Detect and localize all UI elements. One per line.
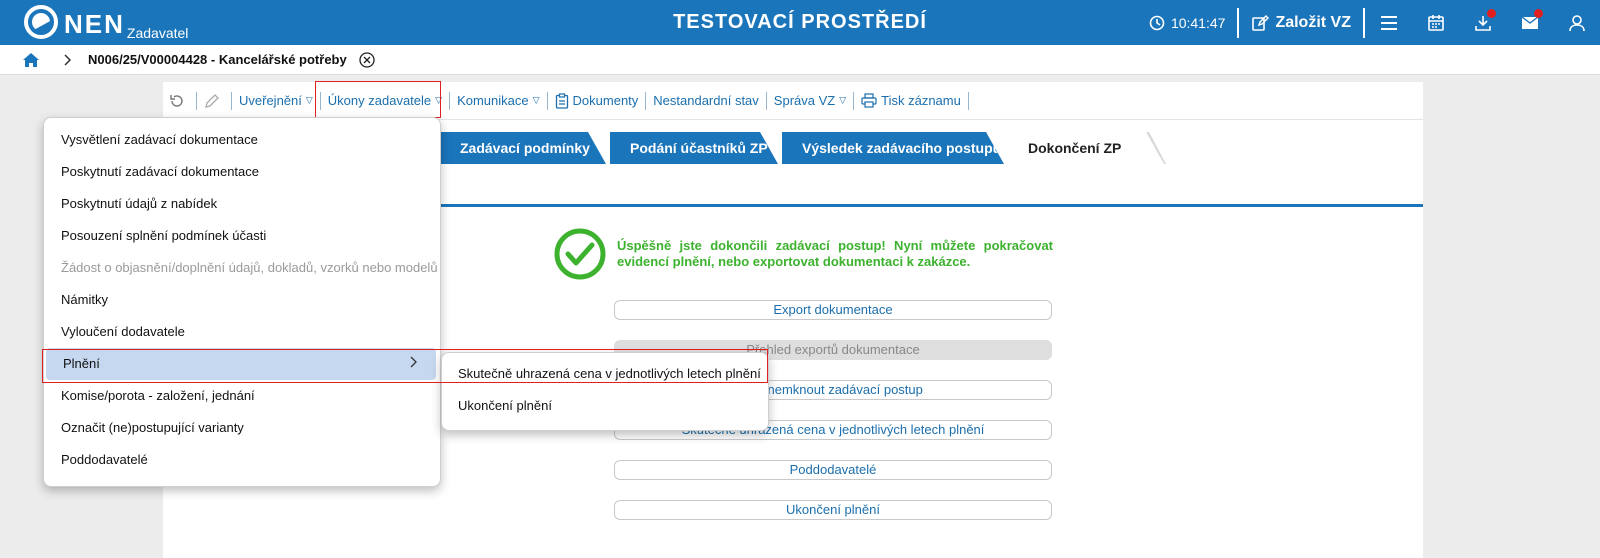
create-vz-label: Založit VZ: [1275, 13, 1351, 31]
chevron-right-icon: [64, 53, 72, 66]
toolbar-label: Dokumenty: [572, 93, 639, 108]
menu-item[interactable]: Poddodavatelé: [44, 444, 440, 476]
submenu-item-paid-price[interactable]: Skutečně uhrazená cena v jednotlivých le…: [458, 366, 761, 381]
home-icon: [23, 52, 39, 67]
toolbar-label: Uveřejnění: [239, 93, 302, 108]
menu-item-performance[interactable]: Plnění: [46, 348, 436, 380]
tab-label: Výsledek zadávacího postupu: [802, 140, 1002, 156]
dropdown-triangle-icon: ▽: [435, 95, 443, 105]
tab-procedure-result[interactable]: Výsledek zadávacího postupu: [782, 132, 1004, 164]
edit-button[interactable]: [197, 82, 231, 119]
session-clock: 10:41:47: [1137, 15, 1238, 31]
menu-icon: [1380, 15, 1397, 30]
menu-item[interactable]: Poskytnutí údajů z nabídek: [44, 188, 440, 220]
performance-submenu: Skutečně uhrazená cena v jednotlivých le…: [441, 352, 769, 431]
menu-item[interactable]: Vyloučení dodavatele: [44, 316, 440, 348]
submenu-item-end-performance[interactable]: Ukončení plnění: [458, 398, 552, 413]
contracting-actions-dropdown: Vysvětlení zadávací dokumentace Poskytnu…: [43, 117, 441, 487]
user-button[interactable]: [1553, 0, 1600, 45]
close-breadcrumb-button[interactable]: [359, 51, 375, 68]
dropdown-triangle-icon: ▽: [839, 95, 847, 105]
toolbar-communication[interactable]: Komunikace ▽: [450, 82, 546, 119]
notification-dot: [1487, 9, 1496, 18]
success-message: Úspěšně jste dokončili zadávací postup! …: [553, 227, 1053, 281]
toolbar-print[interactable]: Tisk záznamu: [854, 82, 968, 119]
success-text: Úspěšně jste dokončili zadávací postup! …: [617, 238, 1053, 269]
menu-item[interactable]: Označit (ne)postupující varianty: [44, 412, 440, 444]
tab-label: Zadávací podmínky: [460, 140, 590, 156]
subcontractors-button[interactable]: Poddodavatelé: [614, 460, 1052, 480]
menu-button[interactable]: [1365, 0, 1412, 45]
menu-item[interactable]: Námitky: [44, 284, 440, 316]
clipboard-icon: [555, 92, 568, 109]
close-circle-icon: [359, 51, 375, 68]
messages-button[interactable]: [1506, 0, 1553, 45]
breadcrumb: N006/25/V00004428 - Kancelářské potřeby: [0, 45, 1600, 75]
menu-item-disabled: Žádost o objasnění/doplnění údajů, dokla…: [61, 260, 438, 275]
tab-participant-submissions[interactable]: Podání účastníků ZP: [610, 132, 778, 164]
menu-item[interactable]: Posouzení splnění podmínek účasti: [44, 220, 440, 252]
clock-icon: [1149, 15, 1165, 30]
menu-item[interactable]: Komise/porota - založení, jednání: [44, 380, 440, 412]
dropdown-triangle-icon: ▽: [532, 95, 540, 105]
toolbar-separator: [967, 91, 969, 110]
nen-logo[interactable]: NEN Zadavatel: [24, 5, 189, 41]
tab-completion[interactable]: Dokončení ZP: [1008, 132, 1164, 164]
toolbar: Uveřejnění ▽ Úkony zadavatele ▽ Komunikace…: [163, 82, 1423, 120]
toolbar-publishing[interactable]: Uveřejnění ▽: [232, 82, 320, 119]
toolbar-nonstandard-state[interactable]: Nestandardní stav: [646, 82, 766, 119]
logo-subtitle: Zadavatel: [126, 25, 189, 41]
pencil-icon: [205, 93, 219, 108]
menu-item-label: Plnění: [63, 356, 100, 371]
toolbar-contracting-actions[interactable]: Úkony zadavatele ▽: [321, 82, 449, 119]
calendar-button[interactable]: [1412, 0, 1459, 45]
toolbar-label: Správa VZ: [773, 93, 836, 108]
menu-item[interactable]: Poskytnutí zadávací dokumentace: [44, 156, 440, 188]
refresh-button[interactable]: [163, 82, 196, 119]
logo-text: NEN: [64, 9, 125, 39]
button-label: znemknout zadávací postup: [761, 382, 923, 397]
calendar-icon: [1427, 14, 1444, 31]
edit-icon: [1252, 14, 1270, 31]
downloads-button[interactable]: [1459, 0, 1506, 45]
printer-icon: [861, 93, 877, 108]
refresh-icon: [170, 94, 183, 107]
toolbar-vz-management[interactable]: Správa VZ ▽: [767, 82, 853, 119]
tab-label: Dokončení ZP: [1028, 140, 1122, 156]
toolbar-documents[interactable]: Dokumenty: [548, 82, 646, 119]
user-icon: [1568, 14, 1585, 31]
create-vz-button[interactable]: Založit VZ: [1239, 14, 1363, 32]
tab-contract-conditions[interactable]: Zadávací podmínky: [440, 132, 606, 164]
logo-icon: [24, 5, 58, 39]
check-circle-icon: [554, 228, 606, 280]
end-performance-button[interactable]: Ukončení plnění: [614, 500, 1052, 520]
export-documentation-button[interactable]: Export dokumentace: [614, 300, 1052, 320]
home-button[interactable]: [22, 52, 40, 68]
chevron-right-icon: [410, 348, 418, 380]
breadcrumb-item[interactable]: N006/25/V00004428 - Kancelářské potřeby: [88, 52, 347, 67]
toolbar-label: Tisk záznamu: [881, 93, 961, 108]
top-bar: NEN Zadavatel TESTOVACÍ PROSTŘEDÍ 10:41:…: [0, 0, 1600, 45]
dropdown-triangle-icon: ▽: [305, 95, 313, 105]
tab-label: Podání účastníků ZP: [630, 140, 768, 156]
clock-time: 10:41:47: [1170, 14, 1226, 31]
toolbar-label: Úkony zadavatele: [327, 93, 432, 108]
menu-item[interactable]: Vysvětlení zadávací dokumentace: [44, 124, 440, 156]
toolbar-label: Komunikace: [457, 93, 529, 108]
notification-dot: [1534, 9, 1543, 18]
toolbar-label: Nestandardní stav: [653, 93, 759, 108]
